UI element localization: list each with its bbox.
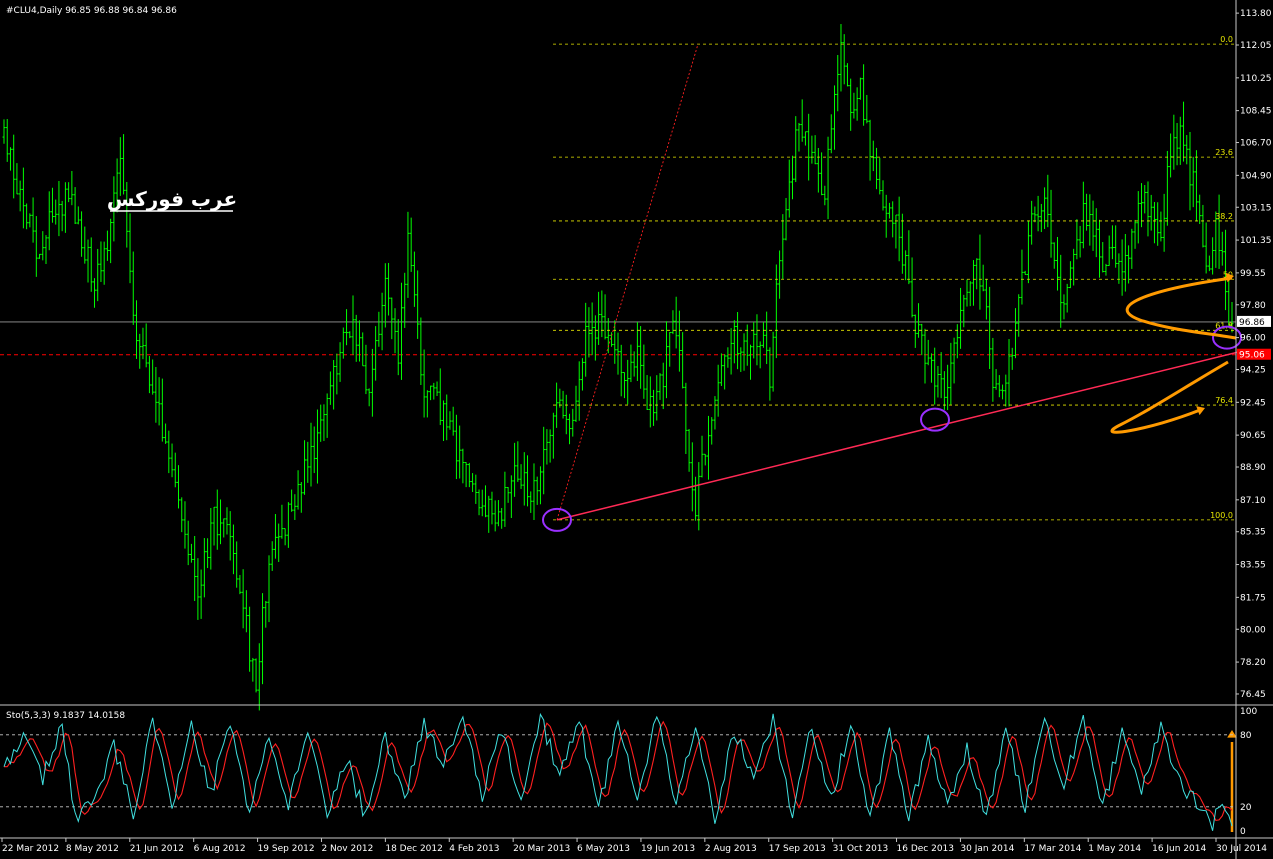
bid-price-label: 95.06 [1239, 351, 1265, 361]
sto-y-tick-label: 20 [1240, 803, 1252, 813]
y-tick-label: 97.80 [1240, 301, 1266, 311]
fib-level-label: 0.0 [1220, 35, 1233, 44]
sto-y-tick-label: 100 [1240, 707, 1257, 717]
x-tick-label: 8 May 2012 [66, 844, 119, 854]
y-tick-label: 83.55 [1240, 561, 1266, 571]
x-tick-label: 17 Sep 2013 [769, 844, 826, 854]
fib-level-label: 38.2 [1215, 212, 1233, 221]
x-tick-label: 6 Aug 2012 [194, 844, 246, 854]
main-chart: 0.023.638.25061.876.4100.0 113.80112.051… [0, 0, 1273, 859]
x-tick-label: 20 Mar 2013 [513, 844, 570, 854]
y-tick-label: 81.75 [1240, 593, 1266, 603]
sto-title: Sto(5,3,3) 9.1837 14.0158 [6, 711, 125, 721]
x-tick-label: 22 Mar 2012 [2, 844, 59, 854]
y-tick-label: 80.00 [1240, 625, 1266, 635]
y-tick-label: 88.90 [1240, 463, 1266, 473]
y-tick-label: 101.35 [1240, 236, 1272, 246]
sto-y-tick-label: 80 [1240, 731, 1252, 741]
fib-level-label: 100.0 [1210, 511, 1233, 520]
current-price-label: 96.86 [1239, 318, 1265, 328]
y-tick-label: 112.05 [1240, 41, 1272, 51]
y-tick-label: 103.15 [1240, 203, 1272, 213]
y-tick-label: 99.55 [1240, 269, 1266, 279]
x-tick-label: 31 Oct 2013 [833, 844, 889, 854]
y-tick-label: 110.25 [1240, 74, 1272, 84]
x-tick-label: 19 Sep 2012 [258, 844, 315, 854]
y-tick-label: 78.20 [1240, 658, 1266, 668]
y-tick-label: 96.00 [1240, 334, 1266, 344]
x-tick-label: 30 Jul 2014 [1216, 844, 1267, 854]
y-tick-label: 85.35 [1240, 528, 1266, 538]
x-tick-label: 2 Nov 2012 [321, 844, 373, 854]
y-tick-label: 113.80 [1240, 9, 1272, 19]
x-tick-label: 2 Aug 2013 [705, 844, 757, 854]
y-tick-label: 90.65 [1240, 431, 1266, 441]
y-tick-label: 94.25 [1240, 365, 1266, 375]
y-tick-label: 104.90 [1240, 171, 1272, 181]
y-tick-label: 92.45 [1240, 398, 1266, 408]
watermark-logo: عرب فوركس [107, 187, 237, 211]
x-tick-label: 4 Feb 2013 [449, 844, 499, 854]
x-tick-label: 1 May 2014 [1088, 844, 1141, 854]
symbol-title: #CLU4,Daily 96.85 96.88 96.84 96.86 [6, 6, 177, 16]
x-tick-label: 21 Jun 2012 [130, 844, 184, 854]
x-tick-label: 18 Dec 2012 [385, 844, 443, 854]
x-tick-label: 30 Jan 2014 [960, 844, 1014, 854]
x-tick-label: 19 Jun 2013 [641, 844, 695, 854]
x-tick-label: 6 May 2013 [577, 844, 630, 854]
y-tick-label: 87.10 [1240, 496, 1266, 506]
y-tick-label: 108.45 [1240, 107, 1272, 117]
x-tick-label: 17 Mar 2014 [1024, 844, 1081, 854]
fib-level-label: 76.4 [1215, 396, 1233, 405]
y-tick-label: 106.70 [1240, 139, 1272, 149]
fib-level-label: 23.6 [1215, 148, 1233, 157]
x-tick-label: 16 Jun 2014 [1152, 844, 1206, 854]
y-tick-label: 76.45 [1240, 690, 1266, 700]
x-tick-label: 16 Dec 2013 [897, 844, 955, 854]
sto-y-tick-label: 0 [1240, 827, 1246, 837]
